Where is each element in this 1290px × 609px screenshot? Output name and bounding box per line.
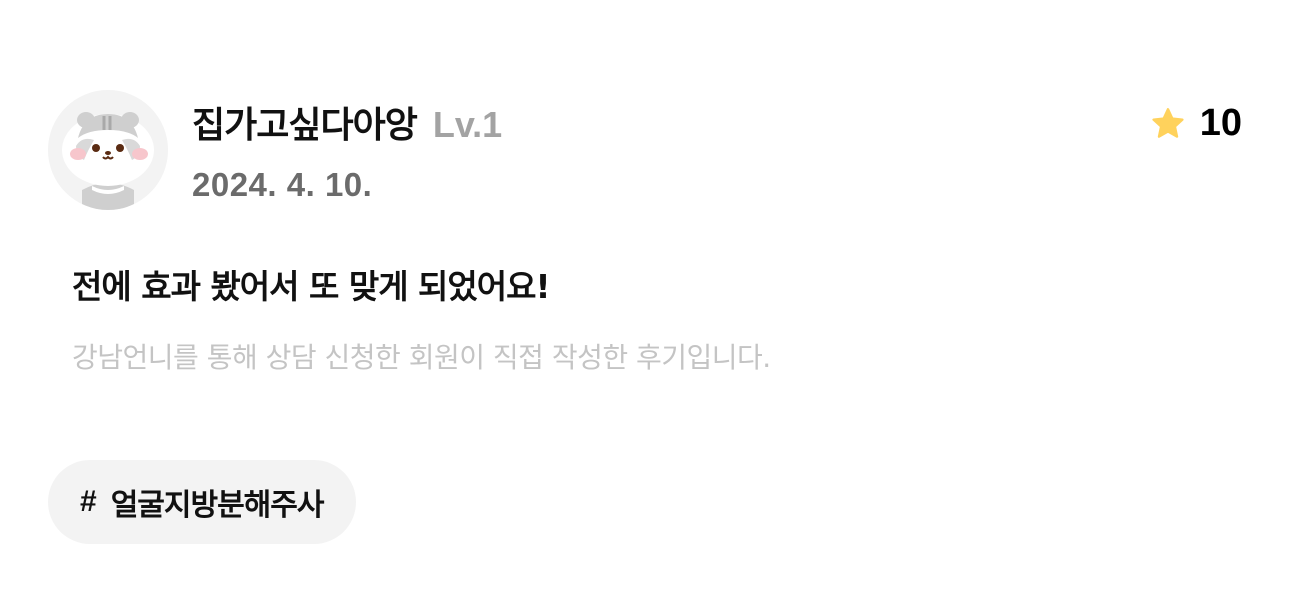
hashtag-icon: #	[80, 485, 97, 518]
rating: 10	[1150, 102, 1242, 145]
name-row: 집가고싶다아앙 Lv.1	[192, 96, 503, 146]
user-level-badge: Lv.1	[432, 104, 503, 145]
review-title: 전에 효과 봤어서 또 맞게 되었어요!	[72, 267, 551, 306]
review-header: 집가고싶다아앙 Lv.1 2024. 4. 10. 10	[48, 90, 1242, 210]
hashtag-label: 얼굴지방분해주사	[110, 488, 325, 523]
review-disclaimer: 강남언니를 통해 상담 신청한 회원이 직접 작성한 후기입니다.	[72, 341, 771, 374]
review-date: 2024. 4. 10.	[192, 166, 373, 203]
star-icon	[1152, 107, 1184, 138]
review-card: 집가고싶다아앙 Lv.1 2024. 4. 10. 10 전에 효과 봤어서 또…	[0, 0, 1290, 609]
rating-value: 10	[1199, 102, 1242, 144]
user-info: 집가고싶다아앙 Lv.1 2024. 4. 10.	[192, 96, 502, 204]
hamster-avatar-icon	[48, 90, 168, 210]
hashtag-chip[interactable]: # 얼굴지방분해주사	[48, 460, 356, 544]
avatar[interactable]	[48, 90, 168, 210]
username[interactable]: 집가고싶다아앙	[192, 96, 418, 148]
